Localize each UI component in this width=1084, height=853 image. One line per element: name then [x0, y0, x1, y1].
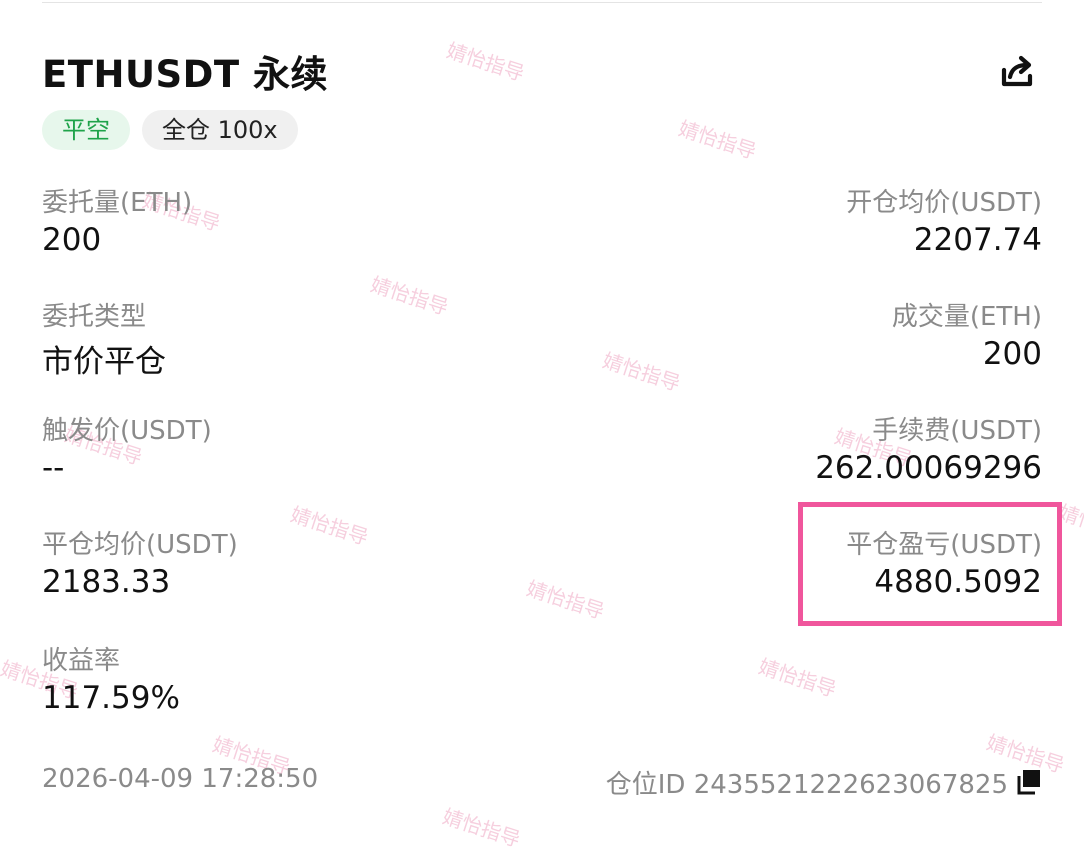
open-avg-price-value: 2207.74 — [913, 222, 1042, 258]
contract-title: ETHUSDT 永续 — [42, 53, 329, 96]
close-avg-price-label: 平仓均价(USDT) — [42, 530, 238, 560]
fee-value: 262.00069296 — [815, 450, 1042, 486]
roi-label: 收益率 — [42, 646, 121, 676]
trigger-price-value: -- — [42, 450, 65, 486]
fee-label: 手续费(USDT) — [872, 416, 1042, 446]
copy-button[interactable] — [1014, 768, 1042, 796]
share-icon — [1001, 55, 1033, 87]
position-id: 仓位ID 2435521222623067825 — [605, 770, 1008, 800]
order-qty-value: 200 — [42, 222, 102, 258]
order-detail-card: ETHUSDT 永续 平空 全仓 100x 委托量(ETH) 200 开仓均价(… — [0, 0, 1084, 840]
order-type-label: 委托类型 — [42, 302, 147, 332]
filled-qty-label: 成交量(ETH) — [891, 302, 1042, 332]
order-type-value: 市价平仓 — [42, 344, 166, 380]
direction-badge: 平空 — [42, 110, 130, 150]
badge-row: 平空 全仓 100x — [42, 110, 298, 150]
trigger-price-label: 触发价(USDT) — [42, 416, 212, 446]
share-button[interactable] — [996, 50, 1038, 90]
copy-icon — [1017, 770, 1040, 795]
order-timestamp: 2026-04-09 17:28:50 — [42, 764, 319, 794]
roi-value: 117.59% — [42, 680, 180, 716]
margin-mode-badge: 全仓 100x — [142, 110, 298, 150]
pnl-highlight-box — [798, 502, 1062, 626]
close-avg-price-value: 2183.33 — [42, 564, 171, 600]
order-qty-label: 委托量(ETH) — [42, 188, 193, 218]
filled-qty-value: 200 — [982, 336, 1042, 372]
open-avg-price-label: 开仓均价(USDT) — [846, 188, 1042, 218]
